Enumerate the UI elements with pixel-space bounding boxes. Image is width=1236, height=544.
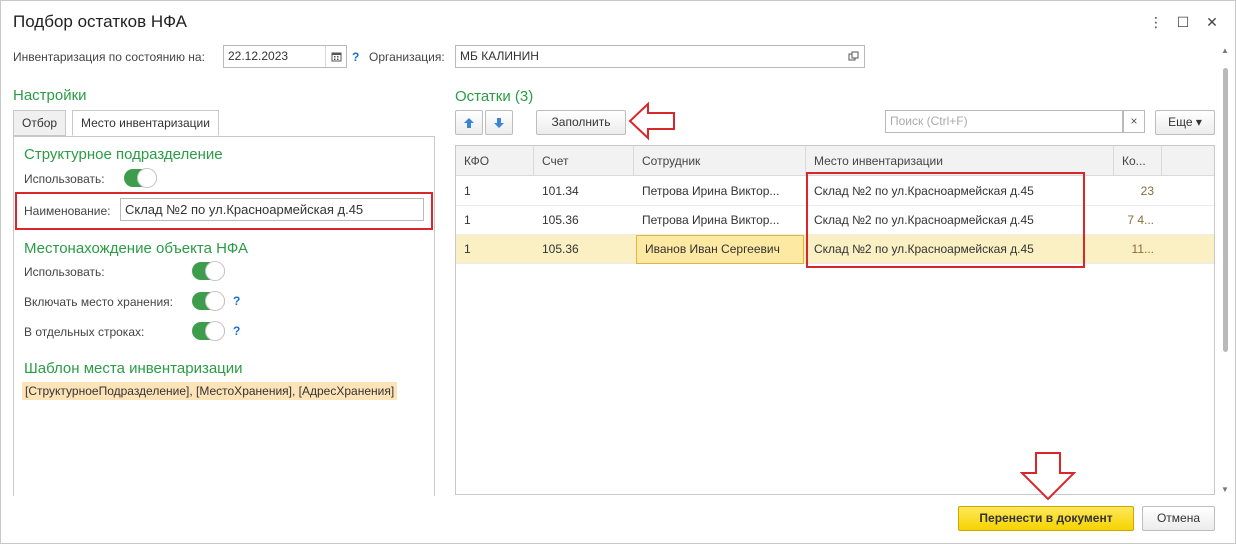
use-location-label: Использовать: xyxy=(24,265,105,279)
scroll-thumb[interactable] xyxy=(1223,68,1228,352)
toggle-knob xyxy=(205,321,225,341)
help-icon[interactable]: ? xyxy=(233,324,240,338)
toggle-knob xyxy=(137,168,157,188)
red-arrow-down-annotation xyxy=(1020,452,1076,501)
settings-panel xyxy=(13,136,435,496)
clear-search-icon[interactable]: × xyxy=(1123,110,1145,133)
more-menu-icon[interactable]: ⋮ xyxy=(1146,12,1166,32)
use-location-toggle[interactable] xyxy=(192,261,225,281)
cell-quantity: 23 xyxy=(1140,184,1154,198)
cell-employee: Петрова Ирина Виктор... xyxy=(642,213,780,227)
toggle-knob xyxy=(205,291,225,311)
organization-field[interactable]: МБ КАЛИНИН xyxy=(455,45,865,68)
separate-rows-label: В отдельных строках: xyxy=(24,325,145,339)
inventory-date-field[interactable]: 22.12.2023 xyxy=(223,45,347,68)
arrow-down-icon xyxy=(494,118,504,128)
calendar-icon[interactable] xyxy=(325,46,346,67)
template-title: Шаблон места инвентаризации xyxy=(24,360,243,377)
toggle-knob xyxy=(205,261,225,281)
include-storage-toggle[interactable] xyxy=(192,291,225,311)
cell-kfo: 1 xyxy=(464,184,471,198)
organization-value: МБ КАЛИНИН xyxy=(460,49,539,63)
inventory-date-label: Инвентаризация по состоянию на: xyxy=(13,50,205,64)
tab-filter[interactable]: Отбор xyxy=(13,110,67,136)
settings-title: Настройки xyxy=(13,87,87,104)
cell-employee: Петрова Ирина Виктор... xyxy=(642,184,780,198)
tab-inventory-place[interactable]: Место инвентаризации xyxy=(72,110,219,136)
column-kfo[interactable]: КФО xyxy=(456,146,534,176)
column-employee[interactable]: Сотрудник xyxy=(634,146,806,176)
use-structural-toggle[interactable] xyxy=(124,168,157,188)
location-title: Местонахождение объекта НФА xyxy=(24,240,248,257)
cell-employee-active[interactable]: Иванов Иван Сергеевич xyxy=(636,235,804,264)
maximize-icon[interactable]: ☐ xyxy=(1173,12,1193,32)
arrow-up-icon xyxy=(464,118,474,128)
open-link-icon[interactable] xyxy=(843,46,864,67)
template-value[interactable]: [СтруктурноеПодразделение], [МестоХранен… xyxy=(22,382,398,400)
cell-account: 105.36 xyxy=(542,213,579,227)
search-input[interactable]: Поиск (Ctrl+F) xyxy=(885,110,1123,133)
help-icon[interactable]: ? xyxy=(233,294,240,308)
column-account[interactable]: Счет xyxy=(534,146,634,176)
move-up-button[interactable] xyxy=(455,110,483,135)
red-arrow-left-annotation xyxy=(628,101,675,141)
use-structural-label: Использовать: xyxy=(24,172,105,186)
organization-label: Организация: xyxy=(369,50,445,64)
name-input[interactable]: Склад №2 по ул.Красноармейская д.45 xyxy=(120,198,424,221)
place-highlight-frame xyxy=(806,172,1085,268)
scroll-down-icon[interactable]: ▼ xyxy=(1221,485,1229,494)
balances-title: Остатки (3) xyxy=(455,88,534,105)
help-icon[interactable]: ? xyxy=(352,50,359,64)
move-down-button[interactable] xyxy=(485,110,513,135)
include-storage-label: Включать место хранения: xyxy=(24,295,173,309)
cell-account: 105.36 xyxy=(542,242,579,256)
structural-unit-title: Структурное подразделение xyxy=(24,146,223,163)
name-label: Наименование: xyxy=(24,204,111,218)
cancel-button[interactable]: Отмена xyxy=(1142,506,1215,531)
transfer-to-document-button[interactable]: Перенести в документ xyxy=(958,506,1134,531)
column-quantity[interactable]: Ко... xyxy=(1114,146,1162,176)
separate-rows-toggle[interactable] xyxy=(192,321,225,341)
cell-quantity: 7 4... xyxy=(1127,213,1154,227)
window-title: Подбор остатков НФА xyxy=(13,12,188,31)
cell-quantity: 11... xyxy=(1131,242,1154,256)
scroll-up-icon[interactable]: ▲ xyxy=(1221,46,1229,55)
close-icon[interactable]: ✕ xyxy=(1202,12,1222,32)
fill-button[interactable]: Заполнить xyxy=(536,110,626,135)
cell-account: 101.34 xyxy=(542,184,579,198)
cell-kfo: 1 xyxy=(464,242,471,256)
inventory-date-value: 22.12.2023 xyxy=(228,49,289,63)
more-button[interactable]: Еще ▾ xyxy=(1155,110,1215,135)
cell-kfo: 1 xyxy=(464,213,471,227)
